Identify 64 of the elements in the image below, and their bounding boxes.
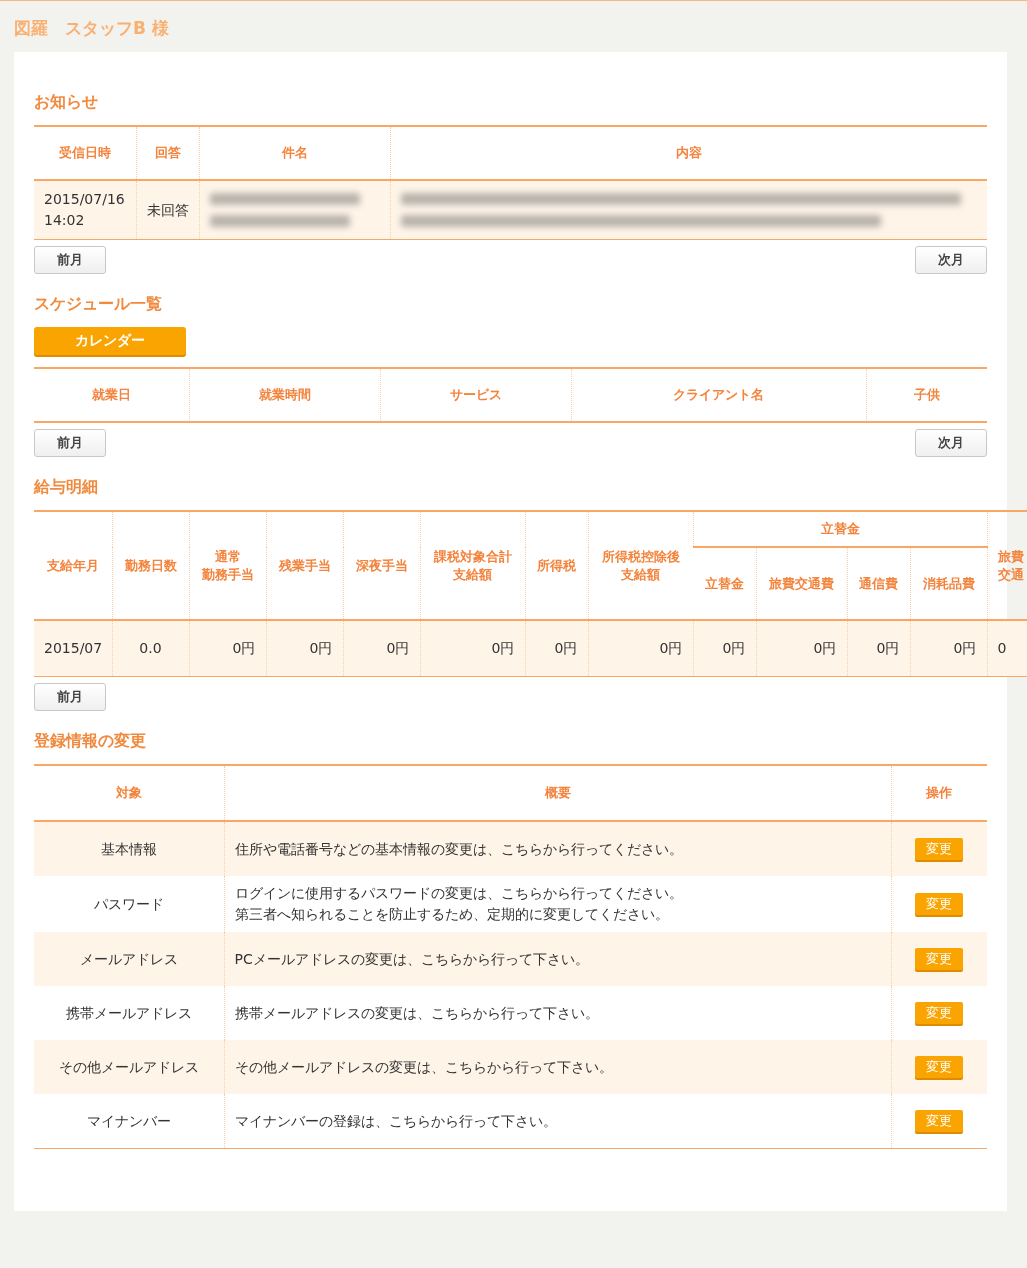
column-header: 支給額 <box>620 565 661 584</box>
table-cell: 0円 <box>588 620 693 677</box>
table-cell: 0円 <box>266 620 343 677</box>
next-month-button[interactable]: 次月 <box>915 246 987 274</box>
table-cell-text: 第三者へ知られることを防止するため、定期的に変更してください。 <box>234 905 670 924</box>
column-header: 深夜手当 <box>354 556 409 575</box>
column-header: 所得税 <box>536 556 577 575</box>
change-button[interactable]: 変更 <box>915 1056 964 1078</box>
previous-month-button[interactable]: 前月 <box>34 429 106 457</box>
table-cell: 基本情報 <box>34 821 224 876</box>
section-heading: 登録情報の変更 <box>34 731 147 752</box>
column-header: 旅費 <box>997 547 1025 566</box>
table-cell: 0円 <box>525 620 588 677</box>
table-cell: 0円 <box>189 620 266 677</box>
column-header: 子供 <box>866 368 987 422</box>
table-cell: 0円 <box>343 620 420 677</box>
column-header: 所得税控除後 <box>600 547 681 566</box>
column-group-header: 立替金 <box>693 511 987 547</box>
table-cell-text: 携帯メールアドレスの変更は、こちらから行って下さい。 <box>234 1003 600 1023</box>
table-cell: 0 <box>987 620 1027 677</box>
table-cell: 0円 <box>420 620 525 677</box>
column-header: 課税対象合計 <box>432 547 513 566</box>
table-cell-text: マイナンバーの登録は、こちらから行って下さい。 <box>234 1111 558 1131</box>
column-header: 就業時間 <box>189 368 380 422</box>
table-cell: 0.0 <box>112 620 189 677</box>
change-button[interactable]: 変更 <box>915 893 964 915</box>
table-cell: 0円 <box>756 620 847 677</box>
calendar-button[interactable]: カレンダー <box>34 327 186 355</box>
section-heading: お知らせ <box>34 92 99 113</box>
next-month-button[interactable]: 次月 <box>915 429 987 457</box>
table-cell: その他メールアドレス <box>34 1040 224 1094</box>
change-button[interactable]: 変更 <box>915 838 964 860</box>
table-cell: 2015/07/16 14:02 <box>34 180 136 240</box>
table-cell: 0円 <box>910 620 987 677</box>
table-cell: マイナンバー <box>34 1094 224 1149</box>
column-header: 通常 <box>213 547 242 566</box>
previous-month-button[interactable]: 前月 <box>34 683 106 711</box>
column-header: 支給額 <box>452 565 493 584</box>
column-header: クライアント名 <box>571 368 866 422</box>
section-heading: 給与明細 <box>34 477 99 498</box>
table-cell-text: PCメールアドレスの変更は、こちらから行って下さい。 <box>234 949 590 969</box>
table-cell: 0円 <box>693 620 756 677</box>
previous-month-button[interactable]: 前月 <box>34 246 106 274</box>
change-button[interactable]: 変更 <box>915 948 964 970</box>
change-button[interactable]: 変更 <box>915 1002 964 1024</box>
column-header: 勤務日数 <box>123 556 178 575</box>
column-header: 勤務手当 <box>200 565 255 584</box>
column-header: サービス <box>380 368 571 422</box>
column-header: 支給年月 <box>45 556 100 575</box>
change-button[interactable]: 変更 <box>915 1110 964 1132</box>
table-cell-text: 住所や電話番号などの基本情報の変更は、こちらから行ってください。 <box>234 839 684 859</box>
table-cell: 未回答 <box>136 180 199 240</box>
table-cell: 携帯メールアドレス <box>34 986 224 1040</box>
column-header: 残業手当 <box>277 556 332 575</box>
section-heading: スケジュール一覧 <box>34 294 163 315</box>
table-cell-text: その他メールアドレスの変更は、こちらから行って下さい。 <box>234 1057 614 1077</box>
table-cell: 0円 <box>847 620 910 677</box>
table-cell-text: ログインに使用するパスワードの変更は、こちらから行ってください。 <box>234 884 684 903</box>
page-title: 図羅 スタッフB 様 <box>13 17 170 40</box>
column-header: 就業日 <box>34 368 189 422</box>
column-header: 交通 <box>997 565 1025 584</box>
table-cell: メールアドレス <box>34 932 224 986</box>
table-cell: パスワード <box>34 876 224 932</box>
table-cell: 2015/07 <box>34 620 112 677</box>
